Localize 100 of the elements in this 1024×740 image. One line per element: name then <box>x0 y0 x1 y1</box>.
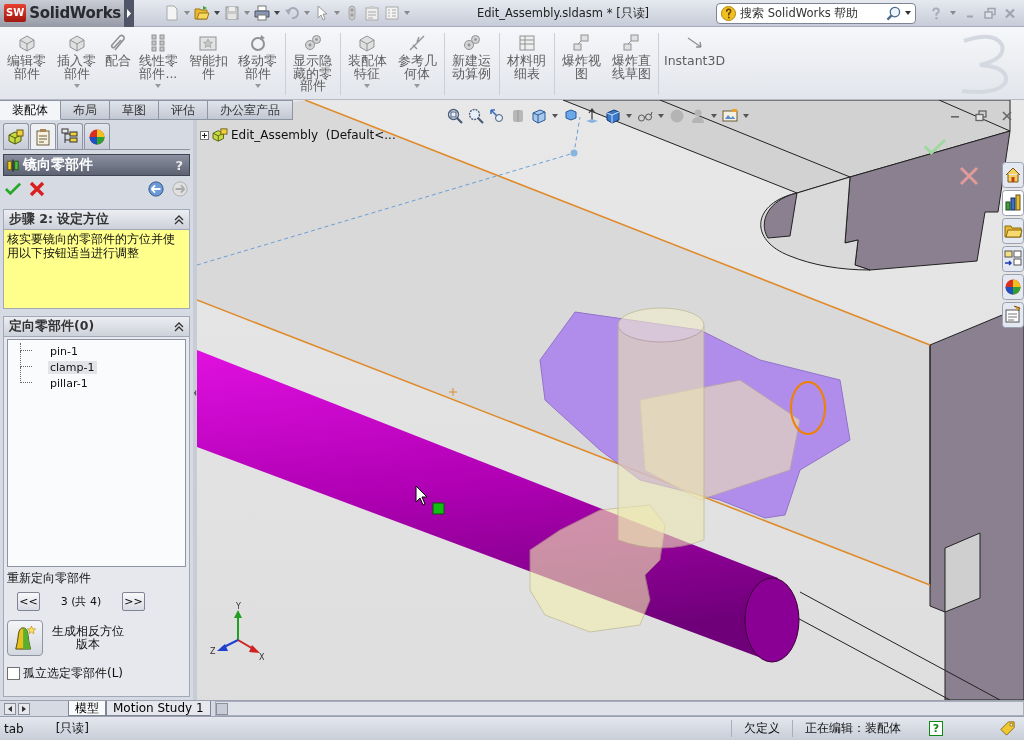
status-text: [只读] <box>55 720 90 737</box>
instruction-message: 核实要镜向的零部件的方位并使用以下按钮适当进行调整 <box>4 230 189 308</box>
status-text: tab <box>4 721 24 736</box>
status-text: 欠定义 <box>731 720 792 737</box>
checkmark-icon[interactable] <box>5 181 21 197</box>
axis-label: Y <box>236 602 241 611</box>
view-cube-icon[interactable] <box>531 108 547 124</box>
next-button[interactable]: >> <box>122 592 145 611</box>
properties-icon[interactable] <box>1002 302 1024 328</box>
caret-icon[interactable] <box>552 114 558 118</box>
group-header[interactable]: 步骤 2: 设定方位 <box>4 210 189 230</box>
menu-expand-icon[interactable] <box>124 0 134 27</box>
assembly-icon <box>7 127 25 146</box>
close-icon[interactable] <box>1001 110 1013 122</box>
opposite-version-button[interactable] <box>7 620 43 656</box>
horizontal-scrollbar[interactable] <box>214 701 1024 716</box>
group-header[interactable]: 定向零部件(0) <box>4 317 189 337</box>
tag-icon[interactable] <box>999 720 1016 737</box>
box-icon <box>16 33 37 53</box>
scroll-right-icon[interactable] <box>18 702 30 715</box>
app-name: SolidWorks <box>29 4 121 22</box>
gears-icon <box>461 33 482 53</box>
help-button[interactable]: ? <box>175 157 183 173</box>
logo-mark: SW <box>4 4 27 22</box>
zoom-to-fit-icon[interactable] <box>447 108 463 124</box>
axis-label: Z <box>210 647 216 656</box>
checkmark-icon[interactable] <box>923 138 947 155</box>
cutout-wall <box>763 192 798 239</box>
mirror-icon <box>7 157 19 173</box>
scroll-left-icon[interactable] <box>4 702 16 715</box>
x-mark-icon[interactable] <box>29 181 45 197</box>
command-tab[interactable]: 办公室产品 <box>208 100 293 120</box>
checklist-icon[interactable] <box>384 5 400 21</box>
restore-icon[interactable] <box>975 110 987 122</box>
bar-chart-icon[interactable] <box>1002 190 1024 216</box>
logo-bar[interactable]: SW SolidWorks <box>0 0 124 27</box>
component-list-item[interactable]: pin-1 <box>48 344 80 358</box>
handle-marker-icon[interactable] <box>432 502 445 515</box>
panel-tab[interactable] <box>84 123 110 149</box>
help-button[interactable]: ? <box>929 721 943 736</box>
collapse-icon[interactable] <box>174 321 184 332</box>
printer-icon[interactable] <box>254 5 270 21</box>
panel-tab[interactable] <box>3 123 29 149</box>
search-icon[interactable] <box>886 5 901 21</box>
pointer-arrow-icon[interactable] <box>314 5 330 21</box>
configuration-tree-icon <box>61 127 79 146</box>
scene-icon[interactable] <box>722 108 738 124</box>
group-title: 定向零部件(0) <box>9 318 96 335</box>
isolate-checkbox[interactable] <box>7 667 20 680</box>
bottom-tab[interactable]: Motion Study 1 <box>106 701 211 716</box>
view-palette-icon[interactable] <box>1002 246 1024 272</box>
table-icon <box>516 33 537 53</box>
group-title: 步骤 2: 设定方位 <box>9 211 111 228</box>
search-field[interactable]: 搜索 SolidWorks 帮助 <box>716 2 916 24</box>
exploded-parts-icon <box>571 33 592 53</box>
zoom-area-icon[interactable] <box>468 108 484 124</box>
assembly-icon <box>212 128 228 142</box>
selected-hole-edge <box>790 381 826 435</box>
back-arrow-icon[interactable] <box>148 181 164 197</box>
y-axis-arrow <box>234 610 242 641</box>
origin-marker-icon <box>448 387 458 397</box>
sphere-icon[interactable] <box>669 108 685 124</box>
box-icon <box>357 33 378 53</box>
collapse-arrow-icon[interactable] <box>193 388 197 398</box>
panel-tab[interactable] <box>57 123 83 149</box>
picture-frame-icon <box>198 33 219 53</box>
previous-view-icon[interactable] <box>489 108 505 124</box>
axis-label: X <box>259 653 265 662</box>
command-tab[interactable]: 装配体 <box>0 100 61 120</box>
bell-star-icon <box>13 624 37 652</box>
component-list-item[interactable]: clamp-1 <box>48 360 97 374</box>
property-sheet-icon <box>34 127 52 146</box>
bottom-tab[interactable]: 模型 <box>68 701 106 716</box>
caret-icon[interactable] <box>274 11 280 15</box>
command-tab[interactable]: 草图 <box>110 100 159 120</box>
caret-icon[interactable] <box>905 11 911 15</box>
gears-icon <box>302 33 323 53</box>
z-axis-arrow <box>217 639 239 651</box>
caret-icon[interactable] <box>214 11 220 15</box>
figure-icon[interactable] <box>690 108 706 124</box>
window-title: Edit_Assembly.sldasm * [只读] <box>475 5 651 21</box>
home-icon[interactable] <box>1002 162 1024 188</box>
command-tab[interactable]: 布局 <box>61 100 110 120</box>
scroll-button-icon[interactable] <box>215 702 228 715</box>
command-tab[interactable]: 评估 <box>159 100 208 120</box>
orientation-counter: 3 (共 4) <box>59 594 103 609</box>
previous-button[interactable]: << <box>17 592 40 611</box>
collapse-icon[interactable] <box>174 214 184 225</box>
appearance-ball-icon <box>88 127 106 146</box>
tree-connector <box>20 367 32 383</box>
exploded-parts-icon <box>621 33 642 53</box>
component-list-item[interactable]: pillar-1 <box>48 376 90 390</box>
clipboard-icon[interactable] <box>364 5 380 21</box>
panel-tab[interactable] <box>30 123 56 149</box>
question-bubble-icon <box>721 5 736 21</box>
expand-icon[interactable] <box>200 130 209 140</box>
shaded-cube-icon[interactable] <box>605 108 621 124</box>
x-axis-arrow <box>237 639 260 653</box>
feature-tree-item[interactable]: Edit_Assembly (Default<... <box>231 128 396 142</box>
isolate-label: 孤立选定零部件(L) <box>23 665 124 682</box>
